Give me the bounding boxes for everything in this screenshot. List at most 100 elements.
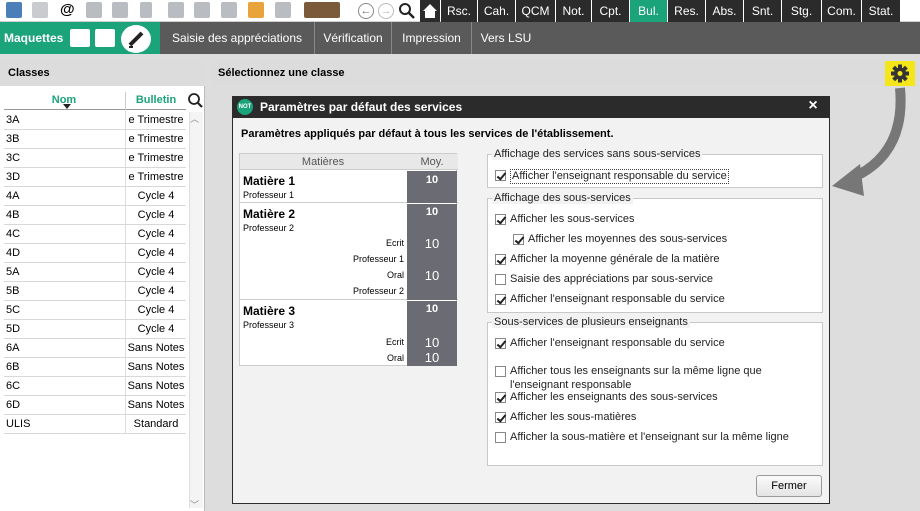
subtab-saisie[interactable]: Saisie des appréciations [160, 22, 315, 54]
panel-icon[interactable] [275, 2, 291, 18]
moy-cell: 10 [424, 236, 440, 251]
table-row[interactable]: 5A Cycle 4 [4, 263, 186, 282]
preview-matiere-1: Matière 1 Professeur 1 10 [240, 171, 458, 203]
checkbox[interactable] [495, 412, 506, 423]
bulletin-type: Sans Notes [127, 399, 185, 411]
checkbox-label[interactable]: Afficher l'enseignant responsable du ser… [510, 169, 729, 184]
checkbox[interactable] [495, 274, 506, 285]
gear-icon [891, 64, 909, 83]
col-bulletin[interactable]: Bulletin [126, 92, 186, 108]
settings-button[interactable] [885, 61, 915, 86]
table-row[interactable]: 3C e Trimestre [4, 149, 186, 168]
subtab-impression[interactable]: Impression [392, 22, 472, 54]
close-button[interactable]: Fermer [756, 475, 822, 497]
scroll-down-icon[interactable]: ﹀ [190, 498, 199, 511]
moy-cell: 10 [424, 268, 440, 283]
table-row[interactable]: 4B Cycle 4 [4, 206, 186, 225]
checkbox-label[interactable]: Afficher les sous-services [510, 213, 635, 226]
bulletin-type: Cycle 4 [137, 304, 175, 316]
tab-not[interactable]: Not. [556, 0, 592, 22]
class-name: 5D [6, 323, 21, 335]
checkbox[interactable] [495, 170, 506, 181]
document-icon[interactable] [112, 2, 128, 18]
checkbox[interactable] [495, 214, 506, 225]
bulletin-type: Cycle 4 [137, 285, 175, 297]
checkbox-label[interactable]: Afficher les moyennes des sous-services [528, 233, 727, 246]
meeting-icon[interactable] [304, 2, 340, 18]
home-icon[interactable] [420, 0, 440, 22]
table-row[interactable]: 5C Cycle 4 [4, 301, 186, 320]
not-badge-icon: NOT [237, 99, 253, 115]
subtab-lsu[interactable]: Vers LSU [472, 22, 540, 54]
checkbox[interactable] [495, 294, 506, 305]
group-title: Affichage des services sans sous-service… [492, 148, 703, 160]
class-name: 4B [6, 209, 20, 221]
table-row[interactable]: 6B Sans Notes [4, 358, 186, 377]
edit-grid-icon[interactable] [70, 29, 90, 47]
checkbox-label[interactable]: Afficher la moyenne générale de la matiè… [510, 253, 720, 266]
bulletin-type: e Trimestre [128, 152, 184, 164]
moy-cell: 10 [407, 171, 457, 203]
table-row[interactable]: 4D Cycle 4 [4, 244, 186, 263]
close-icon[interactable]: × [806, 98, 820, 114]
classes-scrollbar[interactable] [189, 112, 203, 508]
checkbox[interactable] [495, 432, 506, 443]
checkbox-label[interactable]: Afficher les sous-matières [510, 411, 636, 424]
table-row[interactable]: 3A e Trimestre [4, 111, 186, 130]
tab-com[interactable]: Com. [822, 0, 862, 22]
schedule-icon[interactable] [168, 2, 184, 18]
scroll-up-icon[interactable]: ︿ [190, 112, 199, 125]
alarm-icon[interactable] [248, 2, 264, 18]
checkbox-label[interactable]: Afficher l'enseignant responsable du ser… [510, 293, 725, 306]
mail-icon[interactable] [86, 2, 102, 18]
checkbox[interactable] [495, 338, 506, 349]
checkbox[interactable] [495, 366, 506, 377]
pen-icon[interactable] [121, 25, 151, 53]
mobile-icon[interactable] [140, 2, 152, 18]
table-row[interactable]: 5D Cycle 4 [4, 320, 186, 339]
table-row[interactable]: 5B Cycle 4 [4, 282, 186, 301]
class-name: 3A [6, 114, 20, 126]
chat-icon[interactable] [194, 2, 210, 18]
checkbox-label[interactable]: Afficher les enseignants des sous-servic… [510, 391, 718, 404]
table-row[interactable]: 6D Sans Notes [4, 396, 186, 415]
checkbox-label[interactable]: Afficher la sous-matière et l'enseignant… [510, 431, 789, 444]
checkbox[interactable] [495, 392, 506, 403]
table-row[interactable]: 6C Sans Notes [4, 377, 186, 396]
subtab-verification[interactable]: Vérification [315, 22, 392, 54]
table-row[interactable]: 4A Cycle 4 [4, 187, 186, 206]
at-icon[interactable]: @ [60, 1, 75, 18]
moy-cell: 10 [424, 335, 440, 350]
checkbox[interactable] [513, 234, 524, 245]
tab-res[interactable]: Res. [668, 0, 706, 22]
tab-rsc[interactable]: Rsc. [441, 0, 478, 22]
matiere-name: Matière 1 [243, 174, 296, 188]
download-icon[interactable] [32, 2, 48, 18]
forward-icon[interactable]: → [378, 3, 394, 19]
search-icon[interactable] [398, 2, 416, 20]
print-icon[interactable] [6, 2, 22, 18]
table-row[interactable]: 4C Cycle 4 [4, 225, 186, 244]
tab-stg[interactable]: Stg. [782, 0, 822, 22]
checkbox-label[interactable]: Saisie des appréciations par sous-servic… [510, 273, 713, 286]
tab-snt[interactable]: Snt. [744, 0, 782, 22]
tab-abs[interactable]: Abs. [706, 0, 744, 22]
screen-icon[interactable] [221, 2, 237, 18]
tab-qcm[interactable]: QCM [516, 0, 556, 22]
search-icon[interactable] [187, 92, 204, 110]
table-row[interactable]: 3B e Trimestre [4, 130, 186, 149]
checkbox-label[interactable]: Afficher l'enseignant responsable du ser… [510, 337, 725, 350]
table-icon[interactable] [95, 29, 115, 47]
bulletin-type: Cycle 4 [137, 266, 175, 278]
tab-cah[interactable]: Cah. [478, 0, 516, 22]
checkbox[interactable] [495, 254, 506, 265]
table-row[interactable]: 3D e Trimestre [4, 168, 186, 187]
tab-stat[interactable]: Stat. [862, 0, 900, 22]
table-row[interactable]: 6A Sans Notes [4, 339, 186, 358]
checkbox-label[interactable]: Afficher tous les enseignants sur la mêm… [510, 365, 762, 378]
class-name: 3C [6, 152, 21, 164]
back-icon[interactable]: ← [358, 3, 374, 19]
tab-cpt[interactable]: Cpt. [592, 0, 630, 22]
tab-bul[interactable]: Bul. [630, 0, 668, 22]
table-row[interactable]: ULIS Standard [4, 415, 186, 434]
